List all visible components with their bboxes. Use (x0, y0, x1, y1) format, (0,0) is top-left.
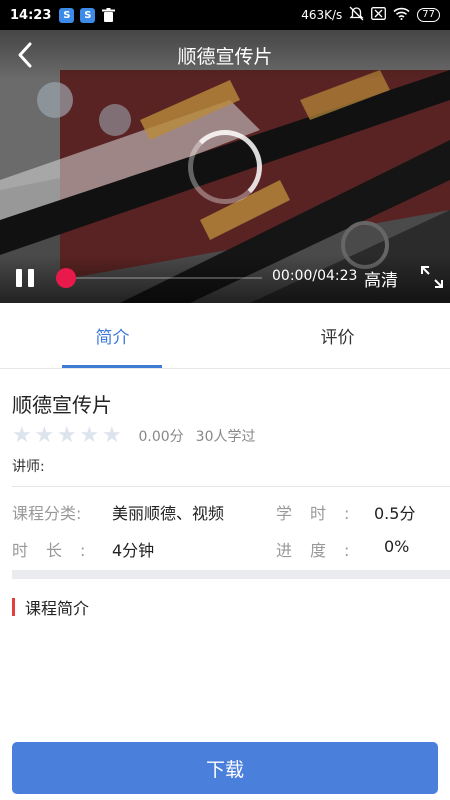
seek-handle[interactable] (56, 268, 76, 288)
app-notification-icon: S (80, 7, 96, 23)
loading-spinner-icon (188, 130, 262, 204)
section-separator (12, 570, 450, 579)
progress-value: 0% (384, 537, 410, 556)
course-intro-title: 课程简介 (25, 599, 90, 618)
video-title-bar: 顺德宣传片 (0, 30, 450, 80)
status-time: 14:23 (10, 7, 52, 23)
rating-score: 0.00分 (138, 428, 184, 445)
duration-value: 4分钟 (112, 541, 155, 560)
sim-off-icon (371, 7, 387, 23)
status-bar: 14:23 S S 463K/s 77 (0, 0, 450, 30)
star-icon: ★ (57, 423, 77, 448)
video-time: 00:00/04:23 (272, 268, 358, 284)
teacher-label: 讲师: (12, 459, 45, 475)
tab-intro[interactable]: 简介 (0, 303, 225, 368)
course-title: 顺德宣传片 (12, 393, 112, 417)
tab-bar: 简介 评价 (0, 303, 450, 369)
video-controls: 00:00/04:23 高清 (0, 255, 450, 303)
duration-label: 时长: (12, 541, 104, 560)
app-notification-icon: S (59, 7, 75, 23)
alarm-off-icon (349, 6, 364, 24)
fullscreen-icon (421, 266, 443, 288)
battery-icon: 77 (417, 8, 440, 22)
rating-row: ★ ★ ★ ★ ★ 0.00分 30人学过 (12, 423, 256, 448)
network-speed: 463K/s (301, 8, 343, 22)
divider (12, 486, 450, 487)
wifi-icon (393, 7, 410, 23)
star-icon: ★ (79, 423, 100, 448)
video-player[interactable]: 顺德宣传片 00:00/04:23 高清 (0, 30, 450, 303)
credit-value: 0.5分 (374, 504, 416, 523)
section-marker (12, 598, 15, 616)
progress-label: 进度: (276, 541, 368, 560)
video-title: 顺德宣传片 (177, 45, 273, 68)
trash-icon (101, 8, 116, 23)
download-button[interactable]: 下载 (12, 742, 438, 794)
course-intro-heading: 课程简介 (12, 595, 89, 619)
quality-button[interactable]: 高清 (364, 266, 398, 291)
back-arrow-icon (18, 42, 32, 68)
credit-label: 学时: (276, 504, 368, 523)
tab-reviews[interactable]: 评价 (225, 303, 450, 368)
fullscreen-button[interactable] (418, 263, 446, 291)
back-button[interactable] (12, 40, 38, 70)
star-icon: ★ (34, 423, 55, 448)
star-icon: ★ (12, 423, 32, 448)
category-value: 美丽顺德、视频 (112, 504, 225, 523)
pause-button[interactable] (16, 269, 34, 287)
category-label: 课程分类: (12, 504, 82, 523)
learner-count: 30人学过 (195, 428, 256, 445)
star-icon: ★ (102, 423, 122, 448)
seek-track[interactable] (76, 277, 262, 279)
